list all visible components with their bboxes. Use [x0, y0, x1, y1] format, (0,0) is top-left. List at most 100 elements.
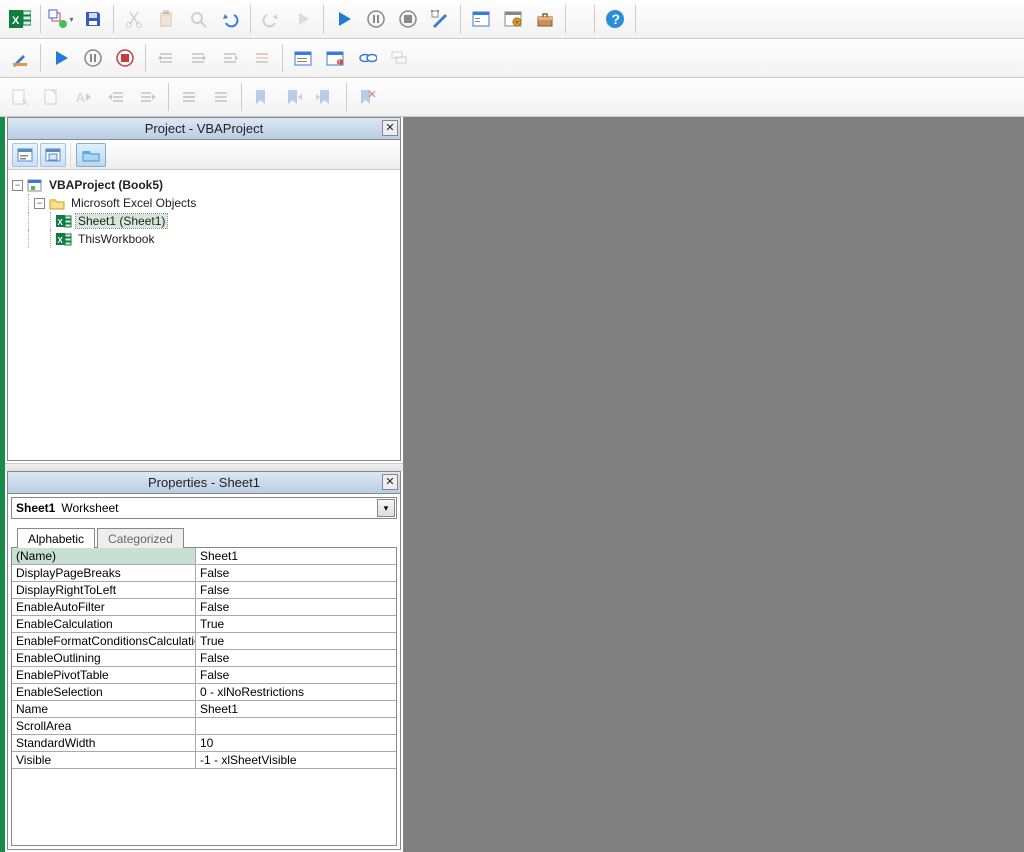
property-value[interactable]: False [196, 582, 396, 598]
find-button[interactable] [182, 3, 214, 35]
separator [40, 44, 41, 72]
property-row[interactable]: StandardWidth10 [12, 735, 396, 752]
reset-button[interactable] [109, 42, 141, 74]
property-name: EnablePivotTable [12, 667, 196, 683]
property-value[interactable]: -1 - xlSheetVisible [196, 752, 396, 768]
property-value[interactable]: False [196, 565, 396, 581]
immediate-window-button[interactable]: ! [319, 42, 351, 74]
tree-item-label: ThisWorkbook [76, 232, 156, 246]
collapse-icon[interactable]: − [34, 198, 45, 209]
excel-app-icon[interactable]: X [4, 3, 36, 35]
project-tree[interactable]: − VBAProject (Book5) − Microsoft Excel O… [8, 170, 400, 460]
property-name: EnableAutoFilter [12, 599, 196, 615]
property-value[interactable]: True [196, 633, 396, 649]
insert-module-button[interactable] [45, 3, 77, 35]
help-button[interactable]: ? [599, 3, 631, 35]
property-row[interactable]: EnableFormatConditionsCalculationTrue [12, 633, 396, 650]
step-into-button[interactable] [150, 42, 182, 74]
separator [250, 5, 251, 33]
outdent-button[interactable] [132, 81, 164, 113]
property-row[interactable]: DisplayPageBreaksFalse [12, 565, 396, 582]
cut-button[interactable] [118, 3, 150, 35]
run-to-cursor-button[interactable] [246, 42, 278, 74]
list-properties-button[interactable] [4, 81, 36, 113]
properties-grid[interactable]: (Name)Sheet1DisplayPageBreaksFalseDispla… [11, 548, 397, 846]
tree-item-sheet1[interactable]: X Sheet1 (Sheet1) [12, 212, 396, 230]
property-value[interactable] [196, 718, 396, 734]
clear-bookmarks-button[interactable] [351, 81, 383, 113]
quick-info-button[interactable]: A [68, 81, 100, 113]
run-sub-button[interactable] [45, 42, 77, 74]
toolbox-button[interactable] [529, 3, 561, 35]
undo-button[interactable] [214, 3, 246, 35]
watch-window-button[interactable] [351, 42, 383, 74]
prev-bookmark-button[interactable] [310, 81, 342, 113]
property-row[interactable]: DisplayRightToLeftFalse [12, 582, 396, 599]
view-object-button[interactable] [40, 143, 66, 167]
properties-panel-header[interactable]: Properties - Sheet1 ✕ [8, 472, 400, 494]
tab-categorized[interactable]: Categorized [97, 528, 184, 548]
uncomment-block-button[interactable] [205, 81, 237, 113]
toggle-folders-button[interactable] [76, 143, 106, 167]
close-icon[interactable]: ✕ [382, 120, 398, 136]
property-row[interactable]: EnableSelection0 - xlNoRestrictions [12, 684, 396, 701]
property-name: EnableSelection [12, 684, 196, 700]
separator [168, 83, 169, 111]
property-row[interactable]: EnableCalculationTrue [12, 616, 396, 633]
break-button[interactable] [77, 42, 109, 74]
dropdown-icon[interactable]: ▾ [377, 499, 395, 517]
panel-splitter[interactable] [5, 463, 403, 471]
property-row[interactable]: EnableOutliningFalse [12, 650, 396, 667]
call-stack-button[interactable] [383, 42, 415, 74]
property-row[interactable]: NameSheet1 [12, 701, 396, 718]
property-value[interactable]: 0 - xlNoRestrictions [196, 684, 396, 700]
property-value[interactable]: True [196, 616, 396, 632]
close-icon[interactable]: ✕ [382, 474, 398, 490]
toggle-bookmark-button[interactable] [246, 81, 278, 113]
stop-button[interactable] [392, 3, 424, 35]
property-name: Name [12, 701, 196, 717]
property-value[interactable]: False [196, 667, 396, 683]
property-value[interactable]: Sheet1 [196, 701, 396, 717]
step-over-button[interactable] [182, 42, 214, 74]
comment-block-button[interactable] [173, 81, 205, 113]
project-explorer-button[interactable] [465, 3, 497, 35]
separator [145, 44, 146, 72]
step-out-button[interactable] [214, 42, 246, 74]
tree-folder[interactable]: − Microsoft Excel Objects [12, 194, 396, 212]
property-name: DisplayPageBreaks [12, 565, 196, 581]
property-row[interactable]: (Name)Sheet1 [12, 548, 396, 565]
svg-text:X: X [12, 15, 20, 27]
project-toolbar [8, 140, 400, 170]
indent-button[interactable] [100, 81, 132, 113]
property-value[interactable]: Sheet1 [196, 548, 396, 564]
svg-text:X: X [58, 218, 64, 227]
run-button[interactable] [328, 3, 360, 35]
tree-root[interactable]: − VBAProject (Book5) [12, 176, 396, 194]
save-button[interactable] [77, 3, 109, 35]
list-constants-button[interactable] [36, 81, 68, 113]
property-row[interactable]: ScrollArea [12, 718, 396, 735]
paste-button[interactable] [150, 3, 182, 35]
design-mode-button[interactable] [424, 3, 456, 35]
run-disabled-button[interactable] [287, 3, 319, 35]
tab-alphabetic[interactable]: Alphabetic [17, 528, 95, 548]
property-value[interactable]: False [196, 599, 396, 615]
property-row[interactable]: EnableAutoFilterFalse [12, 599, 396, 616]
property-row[interactable]: EnablePivotTableFalse [12, 667, 396, 684]
properties-window-button[interactable] [497, 3, 529, 35]
collapse-icon[interactable]: − [12, 180, 23, 191]
property-value[interactable]: False [196, 650, 396, 666]
object-selector[interactable]: Sheet1 Worksheet ▾ [11, 497, 397, 519]
next-bookmark-button[interactable] [278, 81, 310, 113]
locals-window-button[interactable] [287, 42, 319, 74]
compile-button[interactable] [4, 42, 36, 74]
pause-button[interactable] [360, 3, 392, 35]
tree-folder-label: Microsoft Excel Objects [69, 196, 198, 210]
tree-item-thisworkbook[interactable]: X ThisWorkbook [12, 230, 396, 248]
project-panel-header[interactable]: Project - VBAProject ✕ [8, 118, 400, 140]
property-row[interactable]: Visible-1 - xlSheetVisible [12, 752, 396, 769]
redo-button[interactable] [255, 3, 287, 35]
view-code-button[interactable] [12, 143, 38, 167]
property-value[interactable]: 10 [196, 735, 396, 751]
